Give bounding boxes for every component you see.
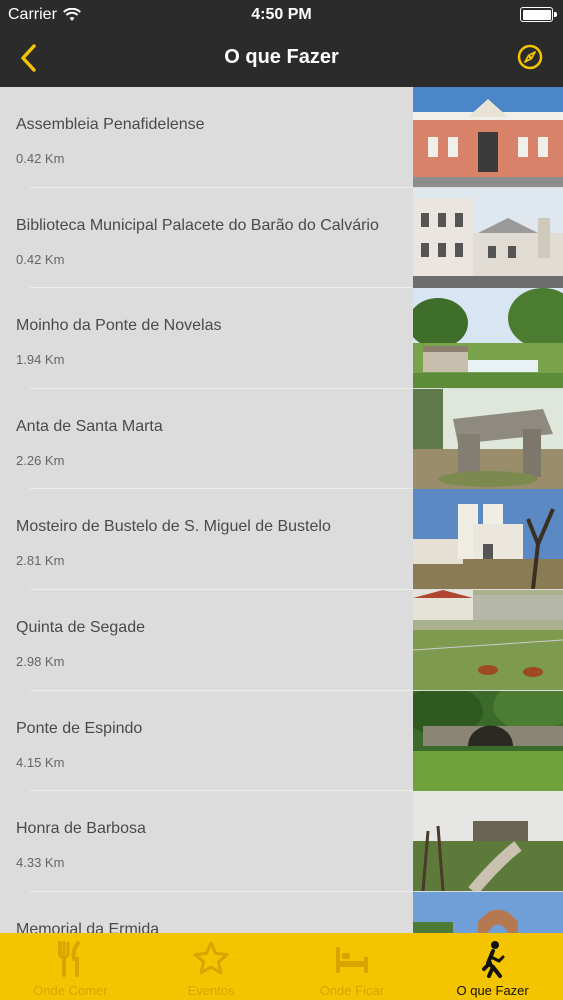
place-thumbnail	[413, 187, 563, 288]
place-name: Assembleia Penafidelense	[16, 116, 205, 133]
list-item[interactable]: Anta de Santa Marta 2.26 Km	[0, 388, 563, 490]
place-thumbnail	[413, 489, 563, 590]
tab-label: Onde Ficar	[319, 983, 385, 998]
list-item[interactable]: Memorial da Ermida	[0, 891, 563, 933]
place-distance: 2.98 Km	[16, 653, 65, 669]
place-distance: 4.15 Km	[16, 754, 65, 770]
place-thumbnail	[413, 288, 563, 389]
place-name: Quinta de Segade	[16, 618, 145, 636]
place-thumbnail	[413, 388, 563, 489]
place-thumbnail	[413, 87, 563, 187]
place-thumbnail	[413, 690, 563, 791]
hiker-icon	[481, 941, 505, 978]
list-item[interactable]: Assembleia Penafidelense 0.42 Km	[0, 87, 563, 188]
tab-onde-ficar[interactable]: Onde Ficar	[282, 933, 423, 1000]
compass-icon	[517, 44, 543, 70]
places-list[interactable]: Assembleia Penafidelense 0.42 Km Bibliot…	[0, 87, 563, 933]
list-item[interactable]: Honra de Barbosa 4.33 Km	[0, 791, 563, 892]
list-item[interactable]: Mosteiro de Bustelo de S. Miguel de Bust…	[0, 489, 563, 590]
page-title: O que Fazer	[224, 46, 339, 68]
place-name: Anta de Santa Marta	[16, 417, 163, 435]
place-distance: 2.26 Km	[16, 452, 65, 468]
place-distance: 4.33 Km	[16, 855, 65, 871]
list-item[interactable]: Moinho da Ponte de Novelas 1.94 Km	[0, 288, 563, 389]
tab-label: O que Fazer	[456, 983, 529, 998]
place-distance: 0.42 Km	[16, 151, 65, 166]
place-name: Mosteiro de Bustelo de S. Miguel de Bust…	[16, 518, 331, 536]
tab-label: Onde Comer	[33, 983, 108, 998]
star-icon	[193, 941, 229, 975]
place-name: Memorial da Ermida	[16, 920, 160, 933]
place-thumbnail	[413, 791, 563, 892]
place-distance: 2.81 Km	[16, 553, 65, 569]
compass-button[interactable]	[515, 42, 545, 72]
list-item[interactable]: Quinta de Segade 2.98 Km	[0, 589, 563, 691]
tab-o-que-fazer[interactable]: O que Fazer	[422, 933, 563, 1000]
list-item[interactable]: Biblioteca Municipal Palacete do Barão d…	[0, 187, 563, 289]
place-name: Honra de Barbosa	[16, 820, 146, 838]
navigation-bar: O que Fazer	[0, 30, 563, 87]
status-bar: Carrier 4:50 PM	[0, 0, 563, 30]
place-name: Ponte de Espindo	[16, 719, 143, 737]
place-distance: 0.42 Km	[16, 251, 65, 267]
place-name: Moinho da Ponte de Novelas	[16, 317, 222, 335]
place-thumbnail	[413, 589, 563, 690]
tab-label: Eventos	[187, 983, 235, 998]
list-item[interactable]: Ponte de Espindo 4.15 Km	[0, 690, 563, 792]
bed-icon	[335, 947, 368, 973]
tab-bar: Onde Comer Eventos Onde Ficar O que Faze…	[0, 933, 563, 1000]
tab-onde-comer[interactable]: Onde Comer	[0, 933, 141, 1000]
place-thumbnail	[413, 891, 563, 933]
back-button[interactable]	[10, 40, 46, 76]
status-time: 4:50 PM	[251, 6, 312, 23]
battery-icon	[520, 7, 557, 22]
fork-knife-icon	[58, 941, 81, 977]
place-distance: 1.94 Km	[16, 352, 65, 368]
place-name: Biblioteca Municipal Palacete do Barão d…	[16, 216, 379, 234]
tab-eventos[interactable]: Eventos	[141, 933, 282, 1000]
chevron-left-icon	[21, 44, 36, 72]
